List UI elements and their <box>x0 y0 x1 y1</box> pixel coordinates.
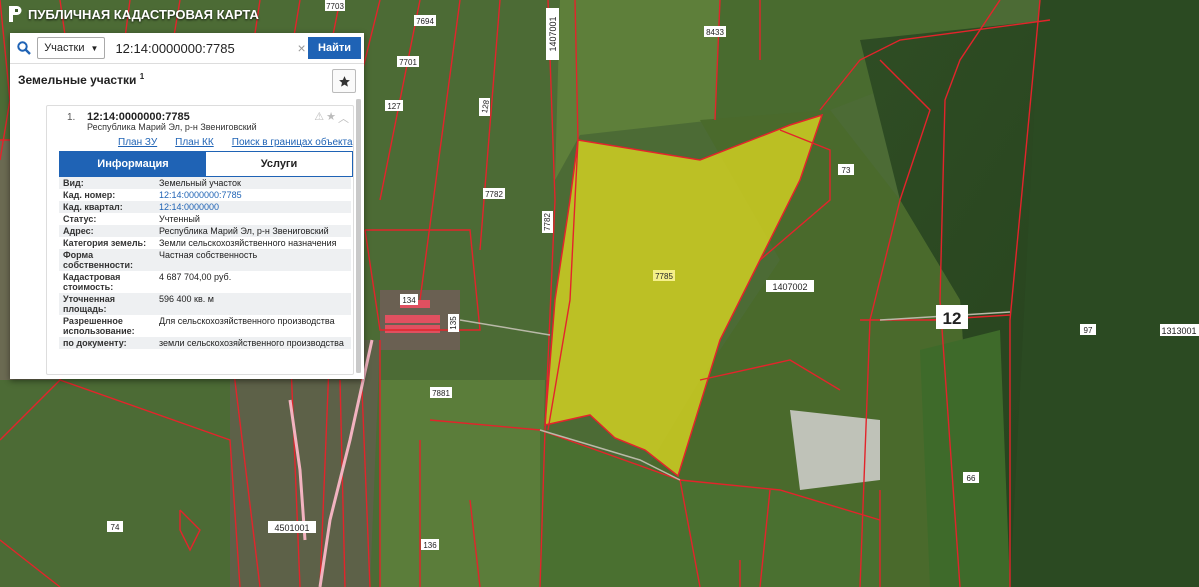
svg-text:1407002: 1407002 <box>772 282 807 292</box>
farm-building <box>385 325 440 333</box>
chevron-up-icon[interactable]: ︿ <box>338 110 349 126</box>
svg-text:127: 127 <box>387 102 401 111</box>
field-area <box>920 330 1010 587</box>
map-label: 128 <box>479 98 491 116</box>
map-label: 7694 <box>414 15 436 26</box>
svg-text:1407001: 1407001 <box>548 16 558 51</box>
map-label: 12 <box>936 305 968 329</box>
object-type-value: Участки <box>44 42 85 54</box>
svg-text:7881: 7881 <box>432 389 450 398</box>
table-row: Форма собственности: Частная собственност… <box>59 249 351 271</box>
warning-icon[interactable]: ⚠ <box>314 110 324 126</box>
tab-information[interactable]: Информация <box>60 152 206 176</box>
clear-icon[interactable]: × <box>297 40 308 56</box>
svg-text:1313001: 1313001 <box>1161 326 1196 336</box>
caret-down-icon: ▼ <box>90 43 99 53</box>
table-row: Кад. квартал: 12:14:0000000 <box>59 201 351 213</box>
star-icon <box>338 75 350 87</box>
map-label: 1407001 <box>546 8 559 60</box>
table-row: Адрес: Республика Марий Эл, р-н Звениговс… <box>59 225 351 237</box>
map-label: 74 <box>107 521 123 532</box>
svg-text:7782: 7782 <box>485 190 503 199</box>
svg-text:74: 74 <box>111 523 120 532</box>
find-button[interactable]: Найти <box>308 37 361 59</box>
map-label: 66 <box>963 472 979 483</box>
card-actions: ⚠ ★ ︿ <box>314 110 349 126</box>
app-header: ПУБЛИЧНАЯ КАДАСТРОВАЯ КАРТА <box>0 0 308 28</box>
table-row: Разрешенное использование: Для сельскохоз… <box>63 316 335 336</box>
table-row: Уточненная площадь: 596 400 кв. м <box>59 293 351 315</box>
map-label: 1407002 <box>766 280 814 292</box>
table-row: Кадастровая стоимость: 4 687 704,00 руб. <box>63 272 232 292</box>
forest-area <box>1010 0 1199 587</box>
map-label: 7701 <box>397 56 419 67</box>
svg-text:7703: 7703 <box>326 2 344 11</box>
table-row: по документу: земли сельскохозяйственного… <box>59 337 351 349</box>
table-row: Кад. номер: 12:14:0000000:7785 <box>63 190 242 200</box>
map-label: 134 <box>400 294 418 305</box>
map-label: 8433 <box>704 26 726 37</box>
map-label: 1313001 <box>1160 324 1199 336</box>
map-label: 127 <box>385 100 403 111</box>
svg-text:7701: 7701 <box>399 58 417 67</box>
info-tabs: Информация Услуги <box>59 151 353 177</box>
map-label: 7782 <box>542 211 553 233</box>
svg-text:12: 12 <box>943 309 962 328</box>
favorites-button[interactable] <box>332 69 356 93</box>
svg-text:73: 73 <box>842 166 851 175</box>
map-label-selected: 7785 <box>653 270 675 281</box>
svg-text:135: 135 <box>449 316 458 330</box>
svg-text:136: 136 <box>423 541 437 550</box>
results-header: Земельные участки 1 <box>10 64 364 98</box>
results-title: Земельные участки 1 <box>18 72 145 87</box>
map-label: 73 <box>838 164 854 175</box>
info-table: Вид: Земельный участок Кад. номер: 12:14:0… <box>59 177 351 349</box>
tab-services[interactable]: Услуги <box>206 152 352 176</box>
result-address: Республика Марий Эл, р-н Звениговский <box>87 122 257 132</box>
svg-text:8433: 8433 <box>706 28 724 37</box>
results-scrollbar[interactable] <box>356 99 361 373</box>
svg-text:7782: 7782 <box>543 213 552 231</box>
svg-text:97: 97 <box>1084 326 1093 335</box>
map-label: 7703 <box>325 0 345 11</box>
table-row: Статус: Учтенный <box>63 214 200 224</box>
svg-text:66: 66 <box>967 474 976 483</box>
svg-text:7694: 7694 <box>416 17 434 26</box>
field-area <box>380 380 545 587</box>
rosreestr-logo-icon <box>9 6 22 22</box>
object-type-select[interactable]: Участки ▼ <box>37 37 106 59</box>
map-label: 97 <box>1080 324 1096 335</box>
map-label: 136 <box>421 539 439 550</box>
map-label: 7782 <box>483 188 505 199</box>
result-index: 1. <box>67 112 76 123</box>
search-bar: Участки ▼ × Найти <box>10 33 364 64</box>
svg-text:7785: 7785 <box>655 272 673 281</box>
app-title: ПУБЛИЧНАЯ КАДАСТРОВАЯ КАРТА <box>28 6 259 22</box>
svg-text:134: 134 <box>402 296 416 305</box>
scrollbar-thumb[interactable] <box>356 99 361 373</box>
farm-building <box>385 315 440 323</box>
table-row: Категория земель: Земли сельскохозяйствен… <box>63 238 337 248</box>
map-label: 4501001 <box>268 521 316 533</box>
map-label: 135 <box>448 314 459 332</box>
search-icon[interactable] <box>10 41 37 55</box>
results-count: 1 <box>139 72 145 81</box>
table-row: Вид: Земельный участок <box>59 177 351 189</box>
result-card: 1. 12:14:0000000:7785 Республика Марий Э… <box>46 105 354 375</box>
search-panel: Участки ▼ × Найти Земельные участки 1 1.… <box>10 33 364 379</box>
svg-text:4501001: 4501001 <box>274 523 309 533</box>
search-input[interactable] <box>113 36 294 60</box>
star-icon[interactable]: ★ <box>326 110 336 126</box>
map-label: 7881 <box>430 387 452 398</box>
